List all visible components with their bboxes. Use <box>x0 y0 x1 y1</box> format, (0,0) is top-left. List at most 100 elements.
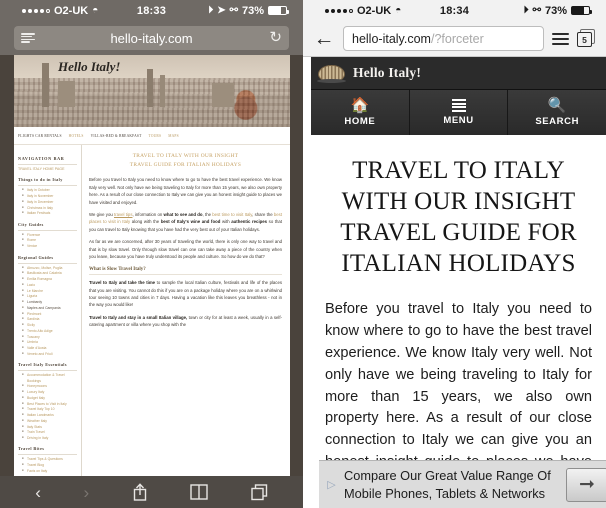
right-browser-toolbar: ← hello-italy.com/?forceter 5 <box>303 21 606 57</box>
list-item[interactable]: Lombardy <box>22 300 77 305</box>
list-item[interactable]: Italy in December <box>22 200 77 205</box>
right-phone-mobile-site: O2-UK ◓ 18:34 ⏵ ⚯ 73% ← hello-italy.com /… <box>303 0 606 508</box>
right-url-query: /?forceter <box>430 31 484 46</box>
hero-building-1 <box>58 81 75 107</box>
nav-item-maps[interactable]: MAPS <box>168 134 179 138</box>
mobile-nav-search[interactable]: 🔍 SEARCH <box>508 90 606 135</box>
list-item[interactable]: Emilia Romagna <box>22 277 77 282</box>
list-item[interactable]: Abruzzo, Molise, Puglia <box>22 266 77 271</box>
right-web-viewport[interactable]: Hello Italy! 🏠 HOME MENU 🔍 SEARCH TRAVEL… <box>311 57 606 508</box>
list-item[interactable]: Christmas in Italy <box>22 206 77 211</box>
list-item[interactable]: Naples and Campania <box>22 306 77 311</box>
list-item[interactable]: Best Places to Visit in Italy <box>22 402 77 407</box>
list-item[interactable]: Honeymoons <box>22 384 77 389</box>
list-item[interactable]: Lazio <box>22 283 77 288</box>
list-menu-icon <box>451 98 466 113</box>
sidebar-list-city-guides: Florence Rome Venice <box>22 233 77 250</box>
article-paragraph-4: Travel to Italy and take the time to sam… <box>89 280 282 308</box>
link-best-time-to-visit[interactable]: best time to visit Italy <box>212 212 252 217</box>
list-item[interactable]: Tuscany <box>22 335 77 340</box>
list-item[interactable]: Driving in Italy <box>22 436 77 441</box>
adchoices-icon[interactable]: ▷ <box>325 478 338 491</box>
hero-title: Hello Italy! <box>58 59 121 74</box>
sidebar-list-essentials: Accommodation & Travel Bookings Honeymoo… <box>22 373 77 441</box>
mobile-title-line-4: ITALIAN HOLIDAYS <box>341 250 576 277</box>
list-item[interactable]: Veneto and Friuli <box>22 352 77 357</box>
list-item[interactable]: Italy in October <box>22 188 77 193</box>
list-item[interactable]: Travel Tips & Questions <box>22 457 77 462</box>
list-item[interactable]: Sardinia <box>22 317 77 322</box>
list-item[interactable]: Weather Italy <box>22 419 77 424</box>
site-article-column: TRAVEL TO ITALY WITH OUR INSIGHT TRAVEL … <box>82 145 289 476</box>
list-item[interactable]: Rome <box>22 238 77 243</box>
list-item[interactable]: Piedmont <box>22 312 77 317</box>
sidebar-home-link[interactable]: TRAVEL ITALY HOME PAGE <box>18 167 77 172</box>
list-item[interactable]: Accommodation & Travel Bookings <box>22 373 77 384</box>
back-arrow-icon[interactable]: ← <box>313 28 335 49</box>
nav-item-flights[interactable]: FLIGHTS CAR RENTALS <box>18 134 62 138</box>
list-item[interactable]: Train Travel <box>22 430 77 435</box>
list-item[interactable]: Budget Italy <box>22 396 77 401</box>
site-top-nav: FLIGHTS CAR RENTALS HOTELS VILLAS-BED & … <box>14 127 290 145</box>
mobile-site-header: Hello Italy! <box>311 57 606 90</box>
tabs-stack-icon[interactable]: 5 <box>577 29 596 48</box>
tabs-stack-icon[interactable] <box>251 483 268 501</box>
left-url-bar[interactable]: hello-italy.com ↻ <box>14 26 289 50</box>
nav-item-hotels[interactable]: HOTELS <box>69 134 84 138</box>
open-book-icon[interactable] <box>190 484 208 500</box>
list-item[interactable]: Valle d'Aosta <box>22 346 77 351</box>
left-safari-toolbar: hello-italy.com ↻ <box>0 21 303 55</box>
link-travel-tips[interactable]: travel tips <box>114 212 132 217</box>
search-icon: 🔍 <box>547 97 567 114</box>
left-phone-bezel-right <box>290 0 303 508</box>
rotation-lock-icon: ⏵ <box>208 4 214 16</box>
share-up-arrow-icon[interactable] <box>132 483 148 501</box>
nav-item-tours[interactable]: TOURS <box>149 134 162 138</box>
article-paragraph-5: Travel to Italy and stay in a small Ital… <box>89 314 282 328</box>
list-item[interactable]: Travel Italy Top 10 <box>22 407 77 412</box>
mobile-article-title: TRAVEL TO ITALY WITH OUR INSIGHT TRAVEL … <box>325 155 592 279</box>
list-item[interactable]: Basilicata and Calabria <box>22 271 77 276</box>
list-item[interactable]: Italy in November <box>22 194 77 199</box>
home-icon: 🏠 <box>350 97 370 114</box>
hamburger-menu-icon[interactable] <box>552 32 569 45</box>
mobile-ad-banner[interactable]: ▷ Compare Our Great Value Range Of Mobil… <box>319 460 606 508</box>
list-item[interactable]: Venice <box>22 244 77 249</box>
hero-tower-2 <box>147 69 153 107</box>
article-paragraph-3: As far as we are concerned, after 30 yea… <box>89 239 282 259</box>
right-url-bar[interactable]: hello-italy.com/?forceter <box>343 26 544 51</box>
mobile-nav-home[interactable]: 🏠 HOME <box>311 90 410 135</box>
list-item[interactable]: Le Marche <box>22 289 77 294</box>
list-item[interactable]: Italy Stats <box>22 425 77 430</box>
chevron-left-icon[interactable]: ‹ <box>35 484 41 501</box>
list-item[interactable]: Florence <box>22 233 77 238</box>
reader-lines-icon[interactable] <box>21 33 35 43</box>
list-item[interactable]: Umbria <box>22 340 77 345</box>
list-item[interactable]: Facts on Italy <box>22 469 77 474</box>
mobile-nav-menu-label: MENU <box>443 115 474 127</box>
reload-icon[interactable]: ↻ <box>269 30 282 46</box>
ad-cta-button[interactable]: ➞ <box>566 467 606 502</box>
left-safari-bottom-toolbar: ‹ › <box>0 476 303 508</box>
article-paragraph-1: Before you travel to Italy you need to k… <box>89 177 282 205</box>
list-item[interactable]: Liguria <box>22 294 77 299</box>
nav-item-villas[interactable]: VILLAS-BED & BREAKFAST <box>91 134 142 138</box>
sidebar-heading-city-guides: City Guides <box>18 222 77 231</box>
hero-tower-1 <box>42 63 49 107</box>
list-item[interactable]: Trento Alto Adige <box>22 329 77 334</box>
left-phone-desktop-site: O2-UK ◓ 18:33 ⏵ ➤ ⚯ 73% hello-italy.com … <box>0 0 303 508</box>
list-item[interactable]: Travel Blog <box>22 463 77 468</box>
list-item[interactable]: Luxury Italy <box>22 390 77 395</box>
list-item[interactable]: Italian Landmarks <box>22 413 77 418</box>
list-item[interactable]: Italian Festivals <box>22 211 77 216</box>
right-status-right-group: ⏵ ⚯ 73% <box>524 5 592 17</box>
battery-percent-label: 73% <box>241 4 264 17</box>
list-item[interactable]: Sicily <box>22 323 77 328</box>
left-web-viewport[interactable]: Hello Italy! FLIGHTS CAR RENTALS HOTELS … <box>14 55 290 476</box>
site-columns: NAVIGATION BAR TRAVEL ITALY HOME PAGE Th… <box>14 145 290 476</box>
sidebar-navigation-bar-label: NAVIGATION BAR <box>18 156 77 165</box>
mobile-title-line-1: TRAVEL TO ITALY <box>352 157 565 184</box>
right-url-text: hello-italy.com <box>352 31 431 46</box>
mobile-nav-menu[interactable]: MENU <box>409 90 509 135</box>
hero-building-2 <box>212 83 234 107</box>
